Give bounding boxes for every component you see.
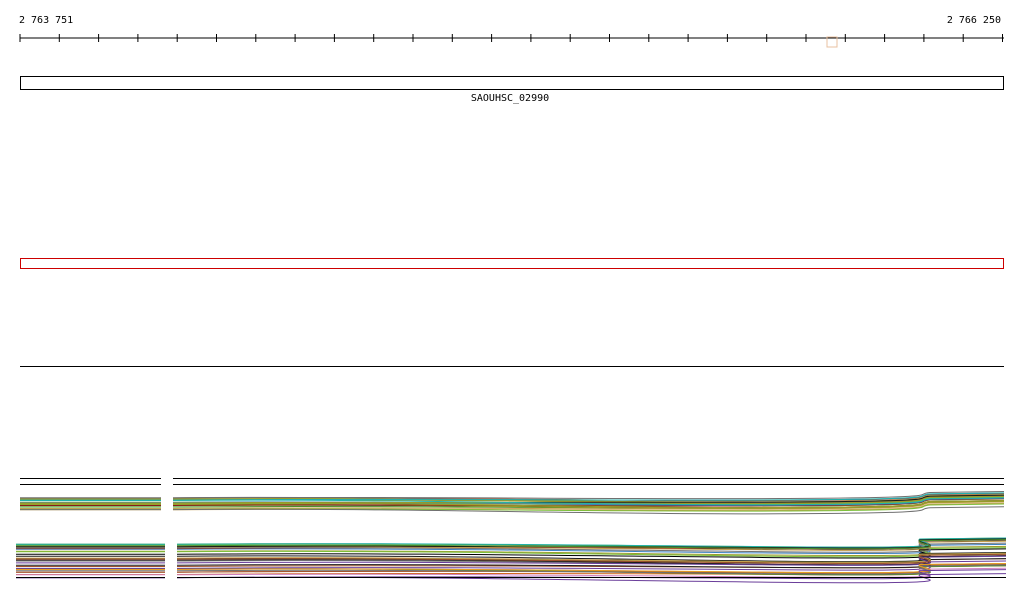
coordinate-ruler: 2 763 751 2 766 250 — [19, 15, 1004, 48]
gene-feature-label: SAOUHSC_02990 — [471, 93, 549, 104]
alignment-tracks — [16, 478, 1007, 584]
coverage-line — [172, 491, 1005, 500]
coverage-line — [172, 492, 1005, 501]
ruler-end-label: 2 766 250 — [947, 15, 1001, 26]
genome-browser-view: 2 763 751 2 766 250 SAOUHSC_02990 — [16, 15, 1007, 584]
ruler-start-label: 2 763 751 — [19, 15, 73, 26]
selection-region[interactable] — [20, 258, 1004, 269]
gene-feature-box[interactable] — [20, 76, 1004, 90]
gene-track: SAOUHSC_02990 — [20, 76, 1004, 104]
